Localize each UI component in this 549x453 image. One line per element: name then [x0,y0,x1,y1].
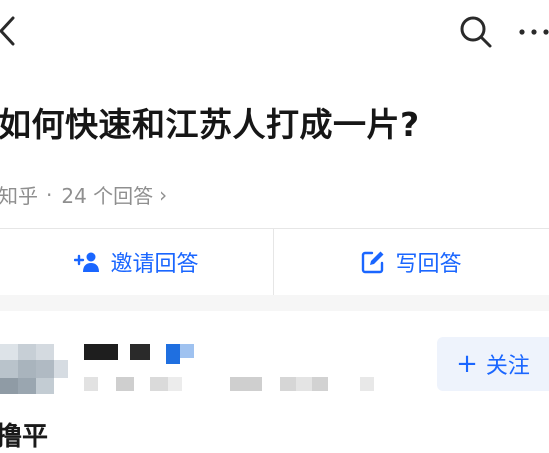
follow-button[interactable]: + 关注 [437,337,549,391]
write-answer-button[interactable]: 写回答 [274,229,549,295]
top-bar [0,0,549,64]
avatar[interactable] [0,344,72,394]
chevron-right-icon: › [159,182,168,207]
add-person-icon [74,252,100,272]
edit-icon [362,251,384,274]
section-gap [0,295,549,311]
invite-answer-label: 邀请回答 [110,252,199,277]
source-label: 知乎 [0,184,38,208]
answer-snippet[interactable]: 撸平 [0,416,48,453]
author-name-blurred[interactable] [84,344,196,364]
answers-count: 24 个回答 [61,184,154,208]
search-icon[interactable] [458,14,494,50]
author-bio-blurred [84,377,384,393]
more-icon[interactable] [516,26,549,38]
plus-icon: + [456,349,478,379]
follow-label: 关注 [485,354,530,379]
invite-answer-button[interactable]: 邀请回答 [0,229,273,295]
question-title: 如何快速和江苏人打成一片? [0,105,420,144]
chevron-left-icon[interactable] [0,14,20,48]
meta-separator: · [46,182,53,207]
question-meta[interactable]: 知乎 · 24 个回答 › [0,180,167,209]
write-answer-label: 写回答 [395,252,462,277]
action-bar: 邀请回答 写回答 [0,229,549,295]
